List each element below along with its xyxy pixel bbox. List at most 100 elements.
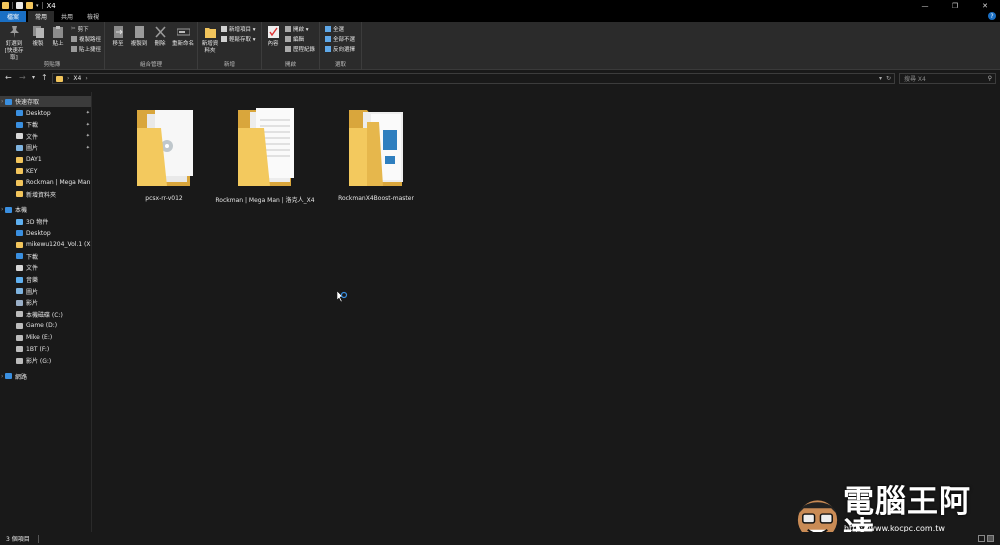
new-folder-icon[interactable]	[26, 2, 33, 9]
paste-shortcut-button[interactable]: 貼上捷徑	[71, 45, 101, 53]
tab-home[interactable]: 常用	[28, 11, 55, 22]
easy-access-button[interactable]: 輕鬆存取 ▾	[221, 35, 256, 43]
nav-item[interactable]: 下載	[0, 251, 91, 262]
nav-item[interactable]: › 本機	[0, 204, 91, 215]
refresh-icon[interactable]: ↻	[886, 75, 891, 82]
expand-chevron-icon[interactable]: ›	[1, 98, 3, 105]
folder-item[interactable]: RockmanX4Boost-master	[321, 100, 431, 202]
new-item-icon	[221, 26, 227, 32]
up-arrow-icon[interactable]: ↑	[41, 73, 48, 82]
properties-icon[interactable]	[16, 2, 23, 9]
move-to-button[interactable]: 移至	[109, 25, 127, 48]
delete-button[interactable]: 刪除	[153, 25, 167, 48]
documents-icon	[16, 264, 23, 271]
nav-item[interactable]: › 快速存取	[0, 96, 91, 107]
tab-share[interactable]: 共用	[54, 11, 80, 22]
nav-item[interactable]: 3D 物件	[0, 216, 91, 227]
select-group: 全選 全部不選 反向選擇 選取	[320, 22, 362, 70]
organize-group-label: 組合管理	[139, 62, 162, 68]
nav-item[interactable]: 圖片 ✦	[0, 142, 91, 153]
nav-item[interactable]: 文件 ✦	[0, 131, 91, 142]
separator	[12, 2, 13, 9]
edit-button[interactable]: 編輯	[285, 35, 304, 43]
breadcrumb-current[interactable]: X4	[73, 75, 81, 82]
folder-icon	[16, 241, 23, 248]
nav-item[interactable]: Desktop ✦	[0, 108, 91, 119]
back-arrow-icon[interactable]: ←	[5, 73, 12, 82]
select-none-button[interactable]: 全部不選	[325, 35, 355, 43]
nav-item[interactable]: 影片 (G:)	[0, 355, 91, 366]
address-bar[interactable]: › X4 › ▾ ↻	[52, 73, 895, 84]
large-icons-view-icon[interactable]	[987, 535, 994, 542]
new-folder-button[interactable]: 新增資料夾	[201, 25, 219, 55]
new-group-label: 新增	[223, 62, 235, 68]
copy-to-button[interactable]: 複製到	[129, 25, 149, 48]
nav-item-label: Game (D:)	[26, 322, 58, 330]
invert-selection-button[interactable]: 反向選擇	[325, 45, 355, 53]
details-view-icon[interactable]	[978, 535, 985, 542]
window-title: X4	[46, 1, 56, 10]
copy-icon	[32, 26, 44, 38]
nav-item[interactable]: Rockman | Mega Man | 3	[0, 177, 91, 188]
copy-path-icon	[71, 36, 77, 42]
nav-item[interactable]: › 網路	[0, 371, 91, 382]
nav-item-label: 快速存取	[15, 99, 40, 106]
select-all-button[interactable]: 全選	[325, 25, 344, 33]
new-item-button[interactable]: 新增項目 ▾	[221, 25, 256, 33]
pin-quick-access-button[interactable]: 釘選到[快速存取]	[2, 25, 26, 62]
nav-item[interactable]: 音樂	[0, 274, 91, 285]
tab-view[interactable]: 檢視	[80, 11, 106, 22]
close-button[interactable]: ✕	[970, 0, 1000, 11]
expand-chevron-icon[interactable]: ›	[1, 373, 3, 380]
nav-item-label: Mike (E:)	[26, 334, 53, 341]
nav-item-label: 影片 (G:)	[26, 358, 52, 366]
nav-item[interactable]: Mike (E:)	[0, 332, 91, 343]
nav-item-label: KEY	[26, 167, 38, 175]
copy-button[interactable]: 複製	[30, 25, 46, 48]
properties-button[interactable]: 內容	[265, 25, 281, 48]
paste-shortcut-label: 貼上捷徑	[79, 47, 102, 53]
new-group: 新增資料夾 新增項目 ▾ 輕鬆存取 ▾ 新增	[198, 22, 262, 70]
open-button[interactable]: 開啟 ▾	[285, 25, 309, 33]
nav-item[interactable]: 新增資料夾	[0, 189, 91, 200]
invert-selection-icon	[325, 46, 331, 52]
copy-to-icon	[134, 26, 144, 38]
file-name: RockmanX4Boost-master	[338, 195, 414, 202]
paste-button[interactable]: 貼上	[50, 25, 66, 48]
copy-path-button[interactable]: 複製路徑	[71, 35, 101, 43]
nav-item[interactable]: KEY	[0, 166, 91, 177]
pin-icon	[9, 26, 19, 38]
nav-item[interactable]: Desktop	[0, 228, 91, 239]
tab-file[interactable]: 檔案	[0, 11, 27, 22]
search-input[interactable]: 搜尋 X4 ⚲	[899, 73, 996, 84]
minimize-button[interactable]: —	[910, 0, 940, 11]
recent-locations-chevron-icon[interactable]: ▾	[32, 74, 35, 81]
nav-item[interactable]: 圖片	[0, 286, 91, 297]
item-count: 3 個項目	[6, 536, 30, 543]
history-button[interactable]: 歷程紀錄	[285, 45, 315, 53]
rename-button[interactable]: 重新命名	[170, 25, 196, 48]
chevron-down-icon[interactable]: ▾	[36, 3, 39, 9]
nav-item[interactable]: 下載 ✦	[0, 119, 91, 130]
nav-item[interactable]: 1BT (F:)	[0, 344, 91, 355]
nav-item[interactable]: mikewu1204_Vol.1 (Xn8	[0, 239, 91, 250]
cut-button[interactable]: ✂ 剪下	[71, 25, 89, 33]
cut-label: 剪下	[77, 27, 89, 33]
nav-item[interactable]: Game (D:)	[0, 320, 91, 331]
nav-item[interactable]: 文件	[0, 262, 91, 273]
address-dropdown-icon[interactable]: ▾	[879, 75, 882, 82]
folder-item[interactable]: Rockman | Mega Man | 洛克人_X4	[210, 100, 320, 204]
nav-item[interactable]: DAY1	[0, 154, 91, 165]
expand-chevron-icon[interactable]: ›	[1, 206, 3, 213]
new-folder-label: 新增資料夾	[201, 41, 219, 54]
forward-arrow-icon[interactable]: →	[19, 73, 26, 82]
view-toggle	[978, 535, 994, 542]
nav-item[interactable]: 影片	[0, 297, 91, 308]
folder-item[interactable]: pcsx-rr-v012	[109, 100, 219, 202]
maximize-button[interactable]: ❐	[940, 0, 970, 11]
help-icon[interactable]: ?	[988, 12, 996, 20]
nav-item-label: 本機磁碟 (C:)	[26, 311, 63, 319]
nav-item[interactable]: 本機磁碟 (C:)	[0, 309, 91, 320]
edit-icon	[285, 36, 291, 42]
drive-icon	[16, 311, 23, 318]
